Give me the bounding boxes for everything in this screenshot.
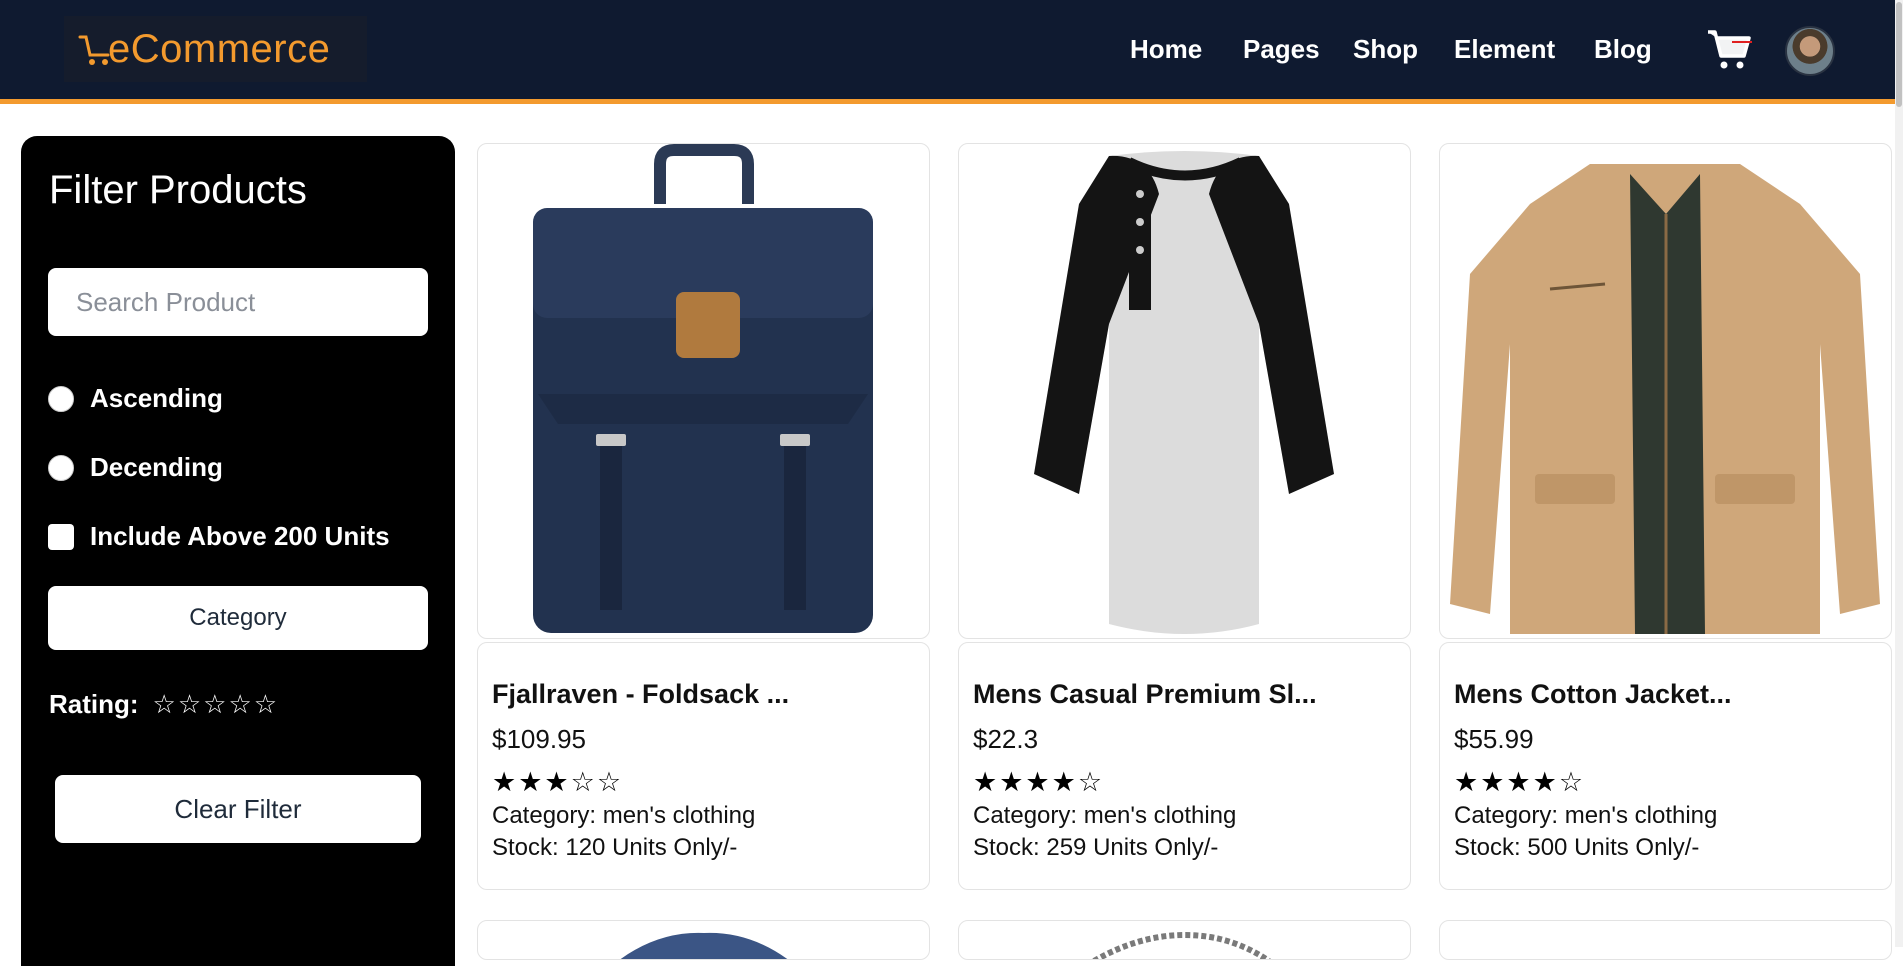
rating-stars[interactable]: ☆☆☆☆☆: [153, 689, 280, 720]
product-card-partial[interactable]: [477, 920, 930, 960]
product-stock: Stock: 259 Units Only/-: [973, 834, 1219, 861]
product-category: Category: men's clothing: [973, 802, 1237, 829]
shirt-image: [1034, 151, 1334, 634]
product-card-2[interactable]: Mens Casual Premium Sl... $22.3 ★★★★☆ Ca…: [958, 642, 1411, 890]
nav-home[interactable]: Home: [1130, 34, 1202, 65]
product-card-partial[interactable]: [958, 920, 1411, 960]
product-image-jacket[interactable]: [1439, 143, 1892, 639]
ascending-radio[interactable]: [48, 385, 74, 412]
product-price: $22.3: [973, 724, 1039, 754]
descending-radio[interactable]: [48, 454, 74, 481]
product-card-partial[interactable]: [1439, 920, 1892, 960]
product-image-backpack[interactable]: [477, 143, 930, 639]
product-thumbnail: [620, 932, 788, 959]
product-rating: ★★★★☆: [1454, 767, 1586, 797]
nav-element[interactable]: Element: [1454, 34, 1555, 65]
product-category: Category: men's clothing: [492, 802, 756, 829]
scrollbar-track[interactable]: [1895, 0, 1903, 947]
product-category: Category: men's clothing: [1454, 802, 1718, 829]
include-above-checkbox[interactable]: [48, 523, 74, 550]
product-card-1[interactable]: Fjallraven - Foldsack ... $109.95 ★★★☆☆ …: [477, 642, 930, 890]
sort-ascending-option[interactable]: Ascending: [48, 383, 223, 414]
product-card-3[interactable]: Mens Cotton Jacket... $55.99 ★★★★☆ Categ…: [1439, 642, 1892, 890]
product-stock: Stock: 120 Units Only/-: [492, 834, 738, 861]
top-navbar: eCommerce Home Pages Shop Element Blog: [0, 0, 1895, 104]
search-input[interactable]: [48, 268, 428, 336]
nav-shop[interactable]: Shop: [1353, 34, 1418, 65]
rating-filter: Rating: ☆☆☆☆☆: [49, 689, 279, 720]
product-price: $109.95: [492, 724, 586, 754]
product-title[interactable]: Fjallraven - Foldsack ...: [492, 679, 915, 710]
logo[interactable]: eCommerce: [64, 16, 367, 82]
clear-filter-button[interactable]: Clear Filter: [55, 775, 421, 843]
jacket-image: [1450, 164, 1880, 634]
product-price: $55.99: [1454, 724, 1534, 754]
product-rating: ★★★★☆: [973, 767, 1105, 797]
nav-blog[interactable]: Blog: [1594, 34, 1652, 65]
user-avatar[interactable]: [1785, 26, 1835, 76]
product-rating: ★★★☆☆: [492, 767, 624, 797]
category-button[interactable]: Category: [48, 586, 428, 650]
ascending-label: Ascending: [90, 383, 223, 413]
product-thumbnail: [1092, 931, 1271, 959]
nav-pages[interactable]: Pages: [1243, 34, 1320, 65]
filter-sidebar: Filter Products Ascending Decending Incl…: [21, 136, 455, 966]
scrollbar-thumb[interactable]: [1896, 2, 1902, 107]
include-above-option[interactable]: Include Above 200 Units: [48, 521, 390, 552]
product-title[interactable]: Mens Casual Premium Sl...: [973, 679, 1396, 710]
product-image-shirt[interactable]: [958, 143, 1411, 639]
cart-icon[interactable]: [1706, 28, 1754, 72]
product-stock: Stock: 500 Units Only/-: [1454, 834, 1700, 861]
filter-title: Filter Products: [49, 168, 307, 212]
sort-descending-option[interactable]: Decending: [48, 452, 223, 483]
include-above-label: Include Above 200 Units: [90, 521, 390, 551]
rating-label: Rating:: [49, 689, 139, 719]
backpack-image: [533, 144, 873, 633]
logo-text: eCommerce: [108, 26, 331, 71]
product-title[interactable]: Mens Cotton Jacket...: [1454, 679, 1877, 710]
descending-label: Decending: [90, 452, 223, 482]
